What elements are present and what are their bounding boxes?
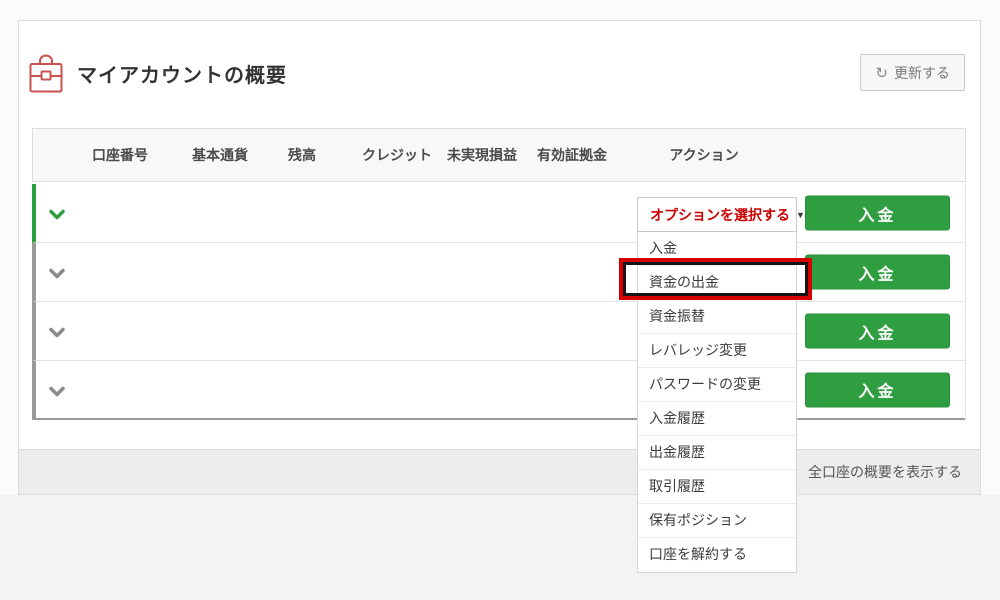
chevron-down-icon[interactable]	[49, 326, 65, 337]
options-select[interactable]: オプションを選択する ▼	[637, 197, 797, 232]
column-header-account-number: 口座番号	[92, 145, 148, 165]
menu-item-withdraw-funds[interactable]: 資金の出金	[638, 266, 796, 300]
menu-item-open-positions[interactable]: 保有ポジション	[638, 504, 796, 538]
menu-item-close-account[interactable]: 口座を解約する	[638, 538, 796, 572]
card-header: マイアカウントの概要	[29, 51, 287, 95]
column-header-base-currency: 基本通貨	[192, 145, 248, 165]
table-row: 入金	[32, 302, 965, 361]
options-dropdown: オプションを選択する ▼ 入金 資金の出金 資金振替 レバレッジ変更 パスワード…	[637, 197, 797, 573]
deposit-button[interactable]: 入金	[805, 314, 950, 349]
card-footer: 全口座の概要を表示する	[19, 449, 980, 494]
chevron-down-icon[interactable]	[49, 208, 65, 219]
menu-item-transaction-history[interactable]: 取引履歴	[638, 470, 796, 504]
account-overview-card: マイアカウントの概要 ↻ 更新する 口座番号 基本通貨 残高 クレジット 未実現…	[18, 20, 981, 495]
table-header-row: 口座番号 基本通貨 残高 クレジット 未実現損益 有効証拠金 アクション	[32, 128, 966, 182]
table-body: 入金 入金 入金 入金	[32, 184, 966, 420]
column-header-credit: クレジット	[362, 145, 432, 165]
briefcase-icon	[29, 53, 63, 93]
menu-item-deposit[interactable]: 入金	[638, 232, 796, 266]
table-row: 入金	[32, 361, 965, 420]
column-header-unrealized-pl: 未実現損益	[447, 145, 517, 165]
column-header-equity: 有効証拠金	[537, 145, 607, 165]
menu-item-change-leverage[interactable]: レバレッジ変更	[638, 334, 796, 368]
accounts-table: 口座番号 基本通貨 残高 クレジット 未実現損益 有効証拠金 アクション 入金 …	[32, 128, 966, 420]
menu-item-fund-transfer[interactable]: 資金振替	[638, 300, 796, 334]
column-header-balance: 残高	[288, 145, 316, 165]
chevron-down-icon[interactable]	[49, 384, 65, 395]
refresh-button[interactable]: ↻ 更新する	[860, 54, 965, 91]
deposit-button[interactable]: 入金	[805, 372, 950, 407]
column-header-action: アクション	[669, 145, 738, 165]
refresh-button-label: 更新する	[894, 63, 950, 83]
all-accounts-link[interactable]: 全口座の概要を表示する	[808, 462, 962, 482]
table-row: 入金	[32, 243, 965, 302]
menu-item-deposit-history[interactable]: 入金履歴	[638, 402, 796, 436]
chevron-down-icon[interactable]	[49, 267, 65, 278]
caret-down-icon: ▼	[796, 210, 805, 220]
menu-item-withdrawal-history[interactable]: 出金履歴	[638, 436, 796, 470]
menu-item-change-password[interactable]: パスワードの変更	[638, 368, 796, 402]
options-select-label: オプションを選択する	[650, 205, 790, 225]
deposit-button[interactable]: 入金	[805, 255, 950, 290]
deposit-button[interactable]: 入金	[805, 196, 950, 231]
options-menu: 入金 資金の出金 資金振替 レバレッジ変更 パスワードの変更 入金履歴 出金履歴…	[637, 232, 797, 573]
page-title: マイアカウントの概要	[77, 59, 287, 88]
table-row: 入金	[32, 184, 965, 243]
refresh-icon: ↻	[875, 64, 888, 82]
